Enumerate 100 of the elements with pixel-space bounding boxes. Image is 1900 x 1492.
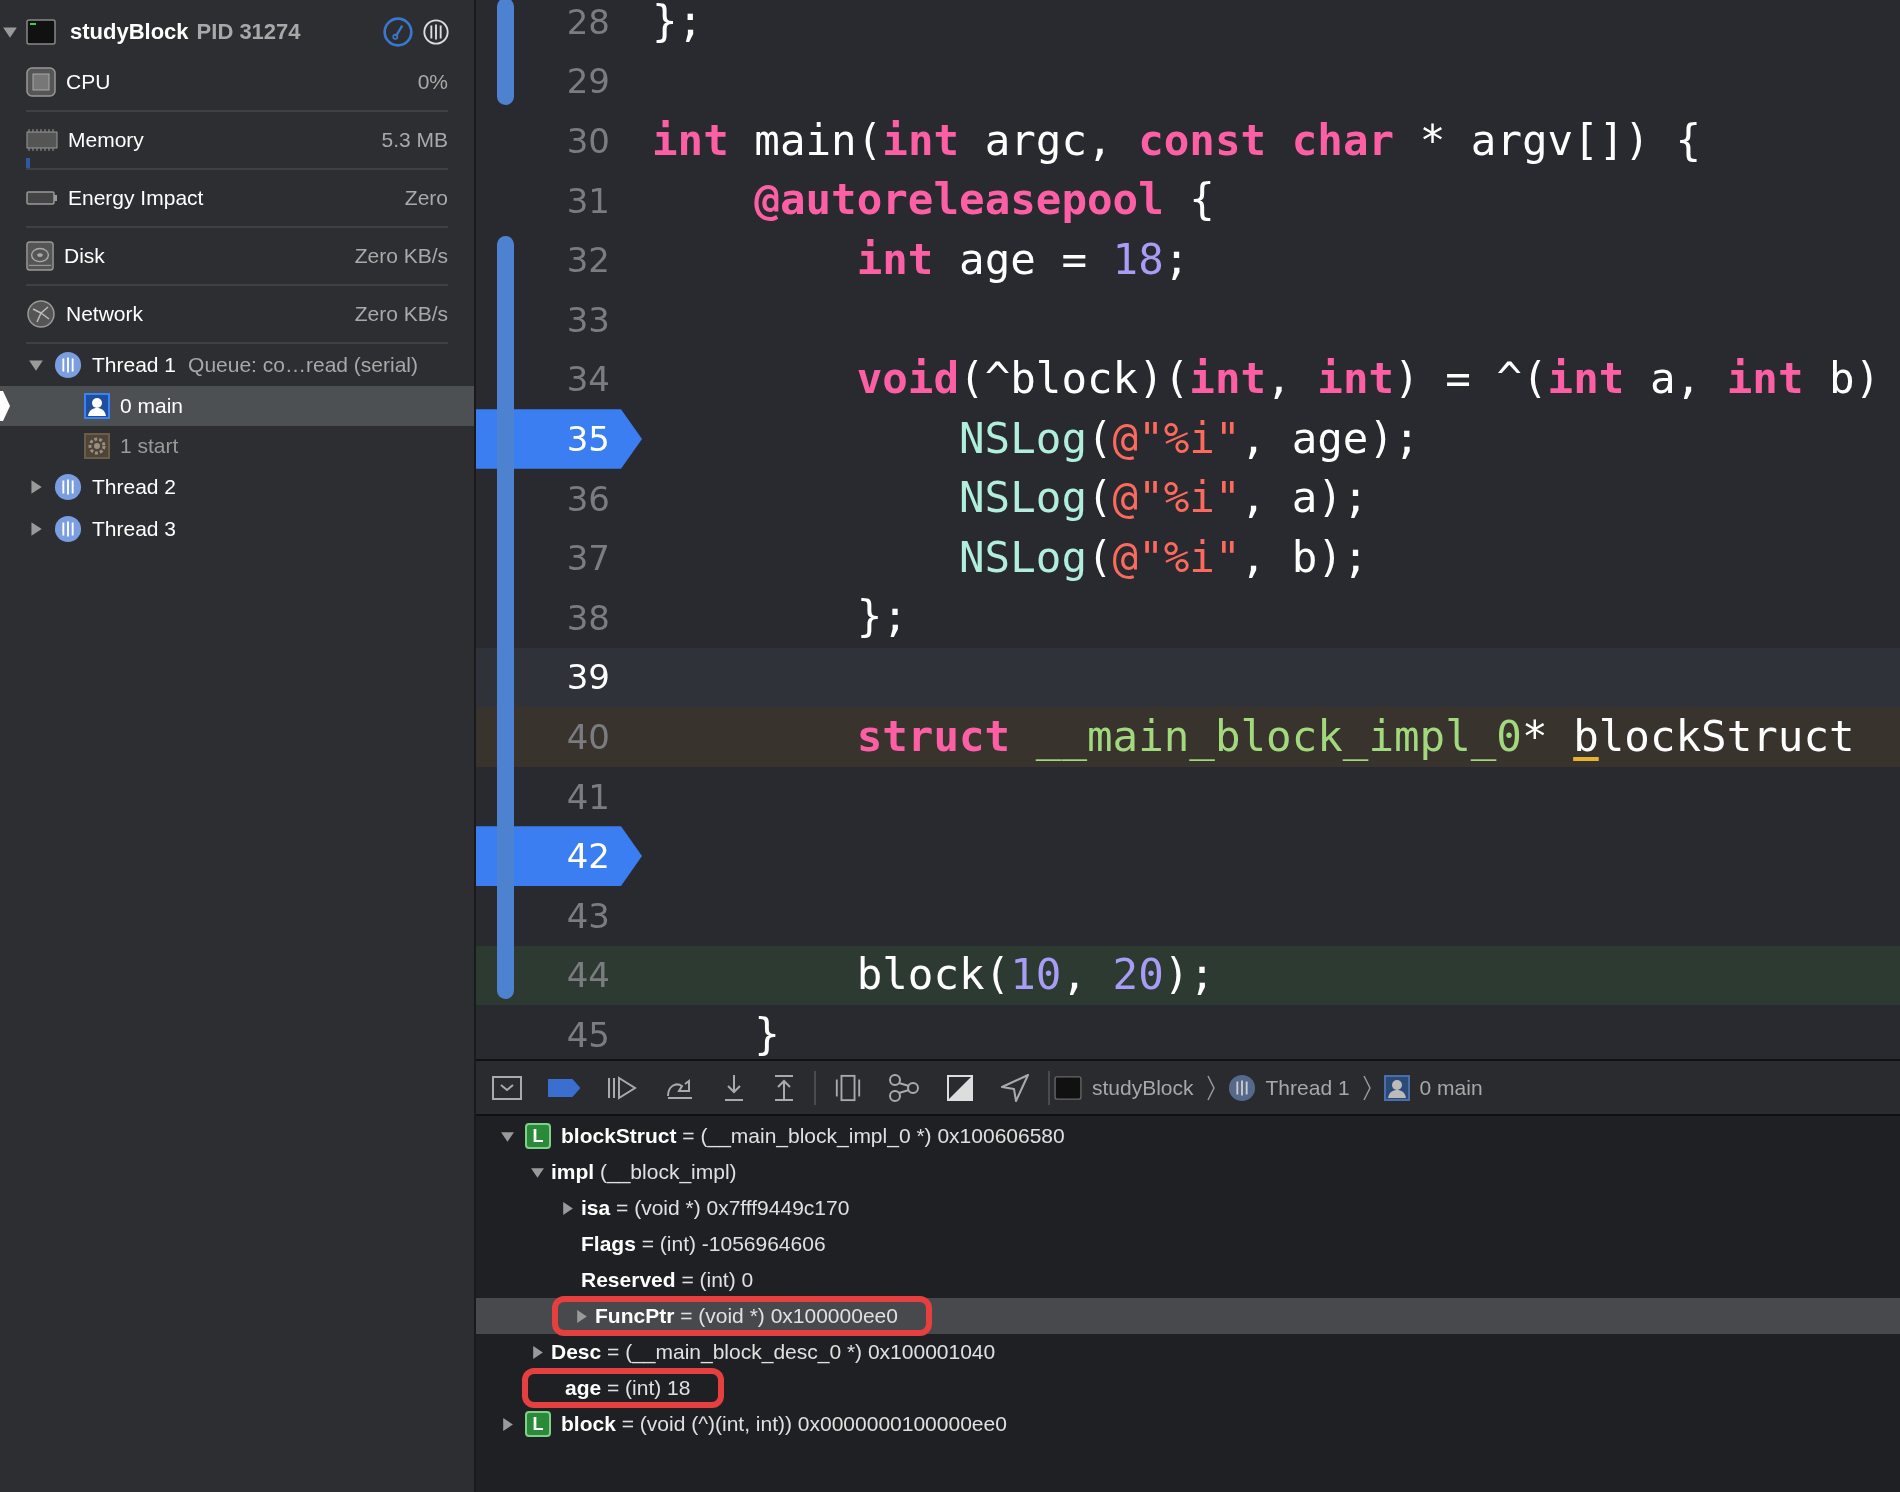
code-line: block(10, 20);: [855, 954, 1215, 997]
step-into-icon[interactable]: [722, 1073, 746, 1102]
thread-label[interactable]: Thread 2: [92, 475, 177, 499]
code-line: };: [652, 0, 704, 44]
line-number: 37: [566, 538, 610, 579]
stack-frame-row[interactable]: 1 start: [0, 426, 474, 466]
chevron-icon: [1361, 1074, 1372, 1101]
breadcrumb-item[interactable]: 0 main: [1383, 1074, 1483, 1101]
code-line: NSLog(@"%i", a);: [958, 477, 1369, 520]
line-number: 35: [566, 418, 610, 459]
terminal-app-icon: [1054, 1075, 1082, 1100]
variable-text: block = (void (^)(int, int)) 0x0000000100000ee0: [561, 1412, 1007, 1436]
gauge-label[interactable]: Network: [66, 302, 345, 326]
breakpoint-tag-icon[interactable]: [548, 1077, 580, 1098]
code-line: int main(int argc, const char * argv[]) {: [652, 119, 1702, 163]
chip-icon: [26, 67, 56, 97]
gauge-label[interactable]: Memory: [68, 128, 372, 152]
tray-icon[interactable]: [492, 1075, 522, 1100]
code-line: void(^block)(int, int) = ^(int a, int b): [855, 358, 1881, 401]
frame-label: 1 start: [120, 434, 179, 458]
variable-row[interactable]: impl (__block_impl): [476, 1154, 1900, 1190]
terminal-app-icon: [26, 19, 56, 45]
thread-label[interactable]: Thread 3: [92, 517, 177, 541]
variable-text: impl (__block_impl): [551, 1160, 737, 1184]
line-number: 42: [566, 836, 610, 877]
step-out-icon[interactable]: [772, 1073, 796, 1102]
gauge-label[interactable]: Disk: [64, 244, 345, 268]
thread-queue: Queue: co…read (serial): [188, 353, 418, 377]
disclosure-triangle-icon[interactable]: [28, 357, 44, 373]
variable-row[interactable]: Flags = (int) -1056964606: [476, 1226, 1900, 1262]
code-line: int age = 18;: [855, 238, 1190, 282]
thread-label[interactable]: Thread 1: [92, 353, 177, 377]
continue-icon[interactable]: [606, 1075, 638, 1100]
contrast-icon[interactable]: [946, 1073, 974, 1102]
line-number: 40: [566, 716, 610, 757]
thread-icon: [54, 351, 82, 379]
local-variable-badge: L: [525, 1123, 551, 1149]
gauge-value: 0%: [417, 70, 448, 94]
threads-icon[interactable]: [422, 18, 450, 46]
code-line: NSLog(@"%i", b);: [958, 536, 1369, 580]
graph-nodes-icon[interactable]: [888, 1072, 920, 1103]
breadcrumb-label[interactable]: studyBlock: [1092, 1075, 1194, 1100]
layers-icon[interactable]: [834, 1073, 862, 1102]
variable-row[interactable]: age = (int) 18: [476, 1370, 1900, 1406]
user-frame-icon: [1383, 1074, 1410, 1101]
process-id: PID 31274: [196, 19, 301, 45]
variable-text: FuncPtr = (void *) 0x100000ee0: [595, 1304, 898, 1328]
variable-row[interactable]: Desc = (__main_block_desc_0 *) 0x100001040: [476, 1334, 1900, 1370]
variable-text: blockStruct = (__main_block_impl_0 *) 0x100606580: [561, 1124, 1065, 1148]
line-number: 34: [566, 359, 610, 400]
line-number: 39: [566, 657, 610, 698]
variable-text: Desc = (__main_block_desc_0 *) 0x100001040: [551, 1340, 996, 1364]
memory-chip-icon: [26, 128, 58, 152]
user-frame-icon: [84, 393, 110, 419]
network-globe-icon: [26, 299, 56, 329]
disclosure-triangle-icon[interactable]: [2, 24, 18, 40]
gauge-icon[interactable]: [382, 16, 414, 48]
breadcrumb-item[interactable]: Thread 1: [1227, 1073, 1350, 1102]
code-line: };: [855, 596, 908, 639]
stack-frame-row[interactable]: 0 main: [0, 386, 474, 426]
gauge-value: Zero KB/s: [354, 302, 448, 326]
variable-text: Reserved = (int) 0: [581, 1268, 754, 1292]
variable-row[interactable]: Reserved = (int) 0: [476, 1262, 1900, 1298]
line-number: 30: [566, 121, 610, 161]
gauge-label[interactable]: Energy Impact: [68, 186, 395, 210]
gauge-value: Zero KB/s: [354, 244, 448, 268]
disclosure-triangle-icon[interactable]: [530, 1344, 545, 1360]
variable-row[interactable]: FuncPtr = (void *) 0x100000ee0: [476, 1298, 1900, 1334]
location-arrow-icon[interactable]: [1000, 1072, 1030, 1103]
variable-text: age = (int) 18: [565, 1376, 691, 1400]
code-line: NSLog(@"%i", age);: [958, 417, 1420, 461]
disclosure-triangle-icon[interactable]: [28, 521, 44, 537]
disclosure-triangle-icon[interactable]: [28, 479, 44, 495]
variable-text: Flags = (int) -1056964606: [581, 1232, 826, 1256]
breadcrumb-label[interactable]: 0 main: [1419, 1075, 1483, 1100]
variable-text: isa = (void *) 0x7fff9449c170: [581, 1196, 850, 1220]
variable-row[interactable]: L blockStruct = (__main_block_impl_0 *) 0x100606580: [476, 1118, 1900, 1154]
thread-icon: [1227, 1073, 1256, 1102]
gauge-value: Zero: [404, 186, 448, 210]
disclosure-triangle-icon[interactable]: [560, 1200, 575, 1216]
breadcrumb-label[interactable]: Thread 1: [1265, 1075, 1350, 1100]
variable-row[interactable]: isa = (void *) 0x7fff9449c170: [476, 1190, 1900, 1226]
breakpoint-marker[interactable]: 42: [476, 826, 642, 886]
code-line: struct __main_block_impl_0* blockStruct: [855, 715, 1855, 759]
breakpoint-marker[interactable]: 35: [476, 409, 642, 469]
line-number: 36: [566, 478, 610, 519]
variable-row[interactable]: L block = (void (^)(int, int)) 0x0000000100000ee0: [476, 1406, 1900, 1442]
line-number: 33: [566, 299, 610, 340]
line-number: 45: [566, 1014, 610, 1055]
line-number: 41: [566, 776, 610, 817]
disclosure-triangle-icon[interactable]: [500, 1416, 515, 1432]
line-number: 38: [566, 597, 610, 638]
gauge-value: 5.3 MB: [381, 128, 448, 152]
current-frame-indicator-icon: [0, 391, 10, 421]
gear-icon: [84, 433, 110, 459]
code-line: @autoreleasepool {: [753, 179, 1215, 222]
gauge-label[interactable]: CPU: [66, 70, 408, 94]
disclosure-triangle-icon[interactable]: [574, 1308, 589, 1324]
chevron-icon: [1205, 1074, 1216, 1101]
breadcrumb-item[interactable]: studyBlock: [1054, 1075, 1194, 1100]
